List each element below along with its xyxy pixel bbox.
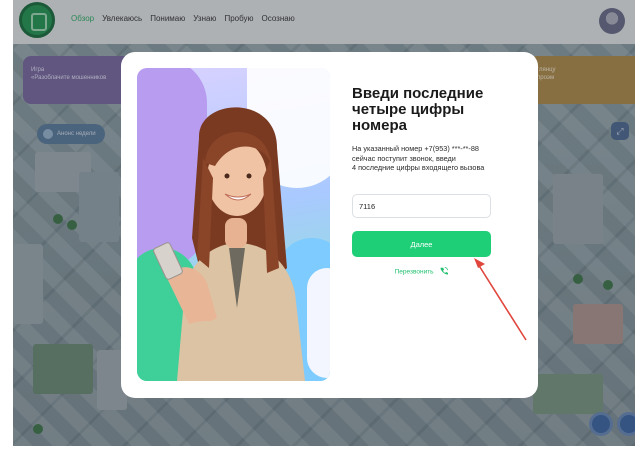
verification-form: Введи последние четыре цифры номера На у… xyxy=(352,86,492,173)
phone-call-icon xyxy=(440,267,449,277)
code-input[interactable] xyxy=(352,194,491,218)
modal-description: На указанный номер +7(953) ***-**-88 сей… xyxy=(352,144,485,172)
modal-title: Введи последние четыре цифры номера xyxy=(352,85,484,134)
girl-with-phone-illustration xyxy=(153,107,305,381)
verification-modal: Введи последние четыре цифры номера На у… xyxy=(121,52,538,398)
promo-illustration xyxy=(137,68,330,381)
resend-call-link[interactable]: Перезвонить xyxy=(352,267,491,277)
next-button[interactable]: Далее xyxy=(352,231,491,257)
resend-call-label: Перезвонить xyxy=(394,268,434,276)
